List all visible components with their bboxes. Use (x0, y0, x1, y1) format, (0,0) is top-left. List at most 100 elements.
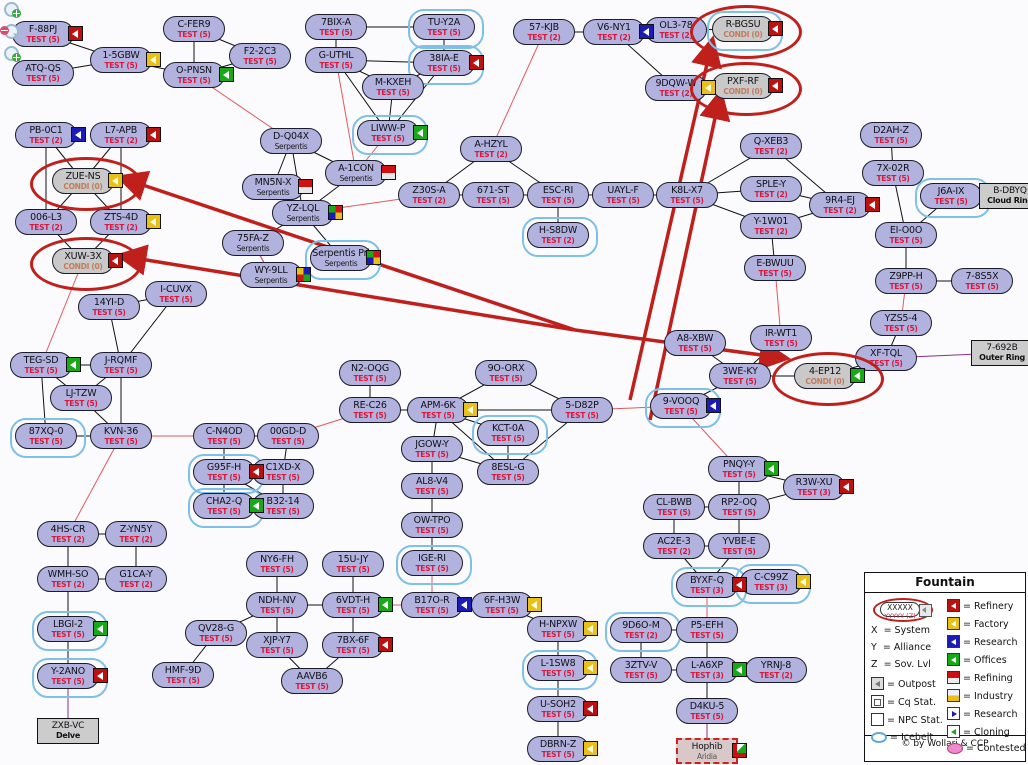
zoom-reset-icon[interactable] (4, 46, 21, 62)
system-node[interactable]: 7X-02R TEST (5) (862, 160, 924, 186)
offices-station-icon[interactable] (413, 125, 428, 140)
system-node[interactable]: J6A-IX TEST (5) (920, 183, 982, 209)
system-node[interactable]: SPLE-Y TEST (2) (740, 176, 802, 202)
factory-station-icon[interactable] (796, 574, 811, 589)
factory-station-icon[interactable] (527, 597, 542, 612)
system-node[interactable]: O-PNSN TEST (5) (163, 62, 225, 88)
system-node[interactable]: Y-1W01 TEST (2) (740, 213, 802, 239)
system-node[interactable]: 671-ST TEST (5) (462, 182, 524, 208)
system-node[interactable]: 4-EP12 CONDI (0) (794, 363, 856, 389)
factory-station-icon[interactable] (146, 52, 161, 67)
system-node[interactable]: MN5N-X Serpentis (242, 174, 304, 200)
system-node[interactable]: 3WE-KY TEST (5) (709, 363, 771, 389)
system-node[interactable]: 57-KJB TEST (2) (513, 19, 575, 45)
offices-station-icon[interactable] (249, 498, 264, 513)
system-node[interactable]: 1-5GBW TEST (5) (90, 47, 152, 73)
refinery-station-icon[interactable] (732, 577, 747, 592)
system-node[interactable]: XJP-Y7 TEST (5) (246, 632, 308, 658)
system-node[interactable]: 006-L3 TEST (2) (15, 209, 77, 235)
system-node[interactable]: 87XQ-0 TEST (5) (15, 423, 77, 449)
refinery-station-icon[interactable] (469, 55, 484, 70)
system-node[interactable]: C-C99Z TEST (3) (740, 569, 802, 595)
system-node[interactable]: AC2E-3 TEST (2) (643, 533, 705, 559)
system-node[interactable]: H-NPXW TEST (5) (527, 616, 589, 642)
system-node[interactable]: V6-NY1 TEST (2) (583, 19, 645, 45)
system-node[interactable]: EI-O0O TEST (5) (875, 222, 937, 248)
system-node[interactable]: C-FER9 TEST (5) (163, 16, 225, 42)
system-node[interactable]: G1CA-Y TEST (2) (105, 566, 167, 592)
system-node[interactable]: 8ESL-G TEST (5) (477, 459, 539, 485)
system-node[interactable]: TEG-SD TEST (5) (10, 352, 72, 378)
factory-station-icon[interactable] (146, 214, 161, 229)
offices-station-icon[interactable] (219, 67, 234, 82)
system-node[interactable]: R3W-XU TEST (3) (783, 474, 845, 500)
system-node[interactable]: 9D6O-M TEST (2) (610, 617, 672, 643)
system-node[interactable]: YZ-LQL Serpentis (272, 200, 334, 226)
system-node[interactable]: HMF-9D TEST (5) (152, 662, 214, 688)
system-node[interactable]: IR-WT1 TEST (5) (750, 325, 812, 351)
refining-station-icon[interactable] (381, 165, 396, 180)
system-node[interactable]: YZS5-4 TEST (5) (870, 310, 932, 336)
system-node[interactable]: LBGI-2 TEST (5) (37, 616, 99, 642)
system-node[interactable]: LJ-TZW TEST (5) (50, 385, 112, 411)
star-map-canvas[interactable]: F-88PJ TEST (5) ATQ-QS TEST (5) 1-5GBW TEST (… (0, 0, 1028, 765)
system-node[interactable]: 6F-H3W TEST (5) (471, 592, 533, 618)
system-node[interactable]: UAYL-F TEST (5) (592, 182, 654, 208)
offices-station-icon[interactable] (764, 461, 779, 476)
offices-station-icon[interactable] (850, 368, 865, 383)
system-node[interactable]: A-1CON Serpentis (325, 160, 387, 186)
system-node[interactable]: 7BX-6F TEST (5) (322, 632, 384, 658)
system-node[interactable]: 7-692B Outer Ring (971, 340, 1028, 366)
system-node[interactable]: Q-XEB3 TEST (2) (740, 133, 802, 159)
system-node[interactable]: A8-XBW TEST (5) (664, 330, 726, 356)
zoom-out-icon[interactable] (0, 24, 20, 40)
system-node[interactable]: G95F-H TEST (5) (193, 459, 255, 485)
system-node[interactable]: IGE-RI TEST (5) (401, 550, 463, 576)
system-node[interactable]: Z-YN5Y TEST (2) (105, 521, 167, 547)
system-node[interactable]: B-DBYQCloud Ring (979, 183, 1028, 209)
system-node[interactable]: OW-TPO TEST (5) (401, 512, 463, 538)
system-node[interactable]: M-KXEH TEST (5) (362, 74, 424, 100)
system-node[interactable]: XUW-3X CONDI (0) (52, 248, 114, 274)
system-node[interactable]: Z30S-A TEST (2) (398, 182, 460, 208)
system-node[interactable]: 15U-JY TEST (5) (322, 551, 384, 577)
factory-station-icon[interactable] (463, 402, 478, 417)
system-node[interactable]: 4HS-CR TEST (2) (37, 521, 99, 547)
system-node[interactable]: PXF-RF CONDI (0) (712, 73, 774, 99)
system-node[interactable]: L-1SW8 TEST (5) (527, 655, 589, 681)
refinery-station-icon[interactable] (249, 464, 264, 479)
system-node[interactable]: J-RQMF TEST (5) (90, 352, 152, 378)
refinery-station-icon[interactable] (768, 78, 783, 93)
offices-station-icon[interactable] (93, 621, 108, 636)
research-station-icon[interactable] (706, 398, 721, 413)
system-node[interactable]: LIWW-P TEST (5) (357, 120, 419, 146)
system-node[interactable]: 9R4-EJ TEST (2) (809, 192, 871, 218)
system-node[interactable]: ZTS-4D TEST (2) (90, 209, 152, 235)
factory-station-icon[interactable] (108, 173, 123, 188)
system-node[interactable]: Serpentis Pri Serpentis (310, 245, 372, 271)
system-node[interactable]: 38IA-E TEST (5) (413, 50, 475, 76)
system-node[interactable]: 9-VOOQ TEST (5) (650, 393, 712, 419)
system-node[interactable]: 7BIX-A TEST (5) (305, 14, 367, 40)
research-station-icon[interactable] (457, 597, 472, 612)
system-node[interactable]: D2AH-Z TEST (5) (860, 122, 922, 148)
pinwheel-station-icon[interactable] (366, 250, 381, 265)
system-node[interactable]: U-SOH2 TEST (5) (527, 696, 589, 722)
refinery-station-icon[interactable] (839, 479, 854, 494)
refinery-station-icon[interactable] (583, 701, 598, 716)
refinery-station-icon[interactable] (768, 21, 783, 36)
system-node[interactable]: N2-OQG TEST (5) (339, 360, 401, 386)
system-node[interactable]: PB-0C1 TEST (2) (15, 122, 77, 148)
system-node[interactable]: QV28-G TEST (5) (185, 620, 247, 646)
system-node[interactable]: A-HZYL TEST (2) (460, 136, 522, 162)
research-station-icon[interactable] (71, 127, 86, 142)
system-node[interactable]: Z9PP-H TEST (5) (875, 268, 937, 294)
system-node[interactable]: ZUE-NS CONDI (0) (52, 168, 114, 194)
system-node[interactable]: D4KU-5 TEST (5) (676, 698, 738, 724)
system-node[interactable]: 00GD-D TEST (5) (257, 423, 319, 449)
system-node[interactable]: 6VDT-H TEST (5) (322, 592, 384, 618)
system-node[interactable]: R-BGSU CONDI (0) (712, 16, 774, 42)
system-node[interactable]: 9O-ORX TEST (5) (475, 360, 537, 386)
system-node[interactable]: P5-EFH TEST (5) (676, 617, 738, 643)
system-node[interactable]: NY6-FH TEST (5) (246, 551, 308, 577)
